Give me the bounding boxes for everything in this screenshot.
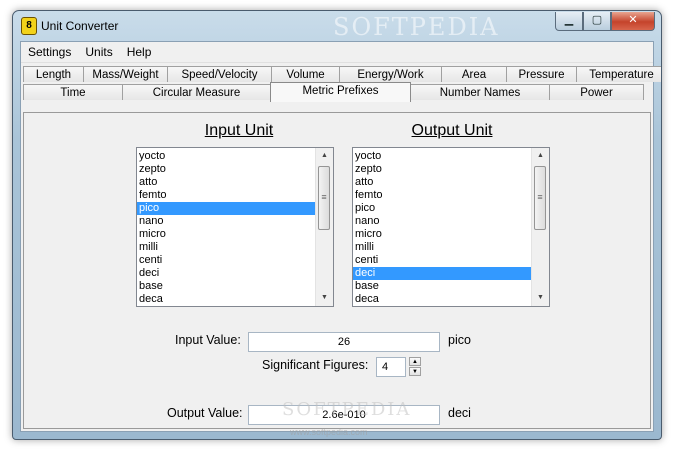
input-list-scrollbar[interactable]: ▲ ≡ ▼ [315,148,333,306]
input-unit-list[interactable]: yocto zepto atto femto pico nano micro milli cen… [136,147,334,307]
output-list-scrollbar[interactable]: ▲ ≡ ▼ [531,148,549,306]
scroll-down-arrow-icon[interactable]: ▼ [532,290,549,306]
menu-bar: Settings Units Help [21,42,653,63]
tab-time[interactable]: Time [23,84,123,100]
tab-length[interactable]: Length [23,66,84,82]
list-item[interactable]: zepto [353,163,533,176]
title-bar[interactable]: 8 Unit Converter SOFTPEDIA ▁ ▢ ✕ [13,11,661,41]
list-item[interactable]: pico [137,202,317,215]
list-item[interactable]: centi [137,254,317,267]
list-item[interactable]: deca [353,293,533,306]
scroll-thumb[interactable]: ≡ [318,166,330,230]
list-item[interactable]: deca [137,293,317,306]
metric-prefixes-panel: Input Unit Output Unit yocto zepto atto fem… [23,112,651,437]
input-value-field[interactable]: 26 [248,332,440,352]
list-item[interactable]: atto [137,176,317,189]
menu-units[interactable]: Units [78,42,119,62]
output-value-label: Output Value: [167,406,243,420]
watermark-url: www.softpedia.com [290,427,368,437]
tab-power[interactable]: Power [549,84,644,100]
stepper-down-icon[interactable]: ▼ [409,367,421,376]
close-button[interactable]: ✕ [611,12,655,31]
window-title: Unit Converter [41,19,119,33]
list-item[interactable]: deci [353,267,533,280]
input-value-label: Input Value: [175,333,241,347]
tab-speed-velocity[interactable]: Speed/Velocity [167,66,272,82]
watermark-text: SOFTPEDIA [282,399,412,420]
list-item[interactable]: nano [353,215,533,228]
list-item[interactable]: atto [353,176,533,189]
input-unit-heading: Input Unit [204,122,274,139]
scroll-down-arrow-icon[interactable]: ▼ [316,290,333,306]
scroll-up-arrow-icon[interactable]: ▲ [316,148,333,164]
output-unit-heading: Output Unit [411,122,493,139]
list-item[interactable]: pico [353,202,533,215]
scroll-thumb[interactable]: ≡ [534,166,546,230]
caption-buttons: ▁ ▢ ✕ [555,12,655,32]
list-item[interactable]: milli [137,241,317,254]
tab-row-1: Length Mass/Weight Speed/Velocity Volume… [23,66,661,83]
tab-temperature[interactable]: Temperature [576,66,661,82]
significant-figures-field[interactable]: 4 [376,357,406,377]
tab-circular-measure[interactable]: Circular Measure [122,84,271,100]
significant-figures-stepper[interactable]: ▲ ▼ [409,357,421,377]
converter-app-icon: 8 [21,17,37,35]
minimize-button[interactable]: ▁ [555,12,583,31]
client-area: Settings Units Help Length Mass/Weight S… [20,41,661,437]
watermark-text: SOFTPEDIA [333,13,500,41]
tab-energy-work[interactable]: Energy/Work [339,66,442,82]
menu-help[interactable]: Help [120,42,159,62]
tab-row-2: Time Circular Measure Metric Prefixes Nu… [23,82,644,102]
input-value-unit: pico [448,333,471,347]
list-item[interactable]: centi [353,254,533,267]
list-item[interactable]: milli [353,241,533,254]
list-item[interactable]: femto [137,189,317,202]
significant-figures-label: Significant Figures: [262,358,369,372]
list-item[interactable]: base [353,280,533,293]
list-item[interactable]: micro [353,228,533,241]
maximize-button[interactable]: ▢ [583,12,611,31]
list-item[interactable]: yocto [137,150,317,163]
tab-mass-weight[interactable]: Mass/Weight [83,66,168,82]
app-window: 8 Unit Converter SOFTPEDIA ▁ ▢ ✕ Setting… [12,10,662,440]
stepper-up-icon[interactable]: ▲ [409,357,421,366]
menu-settings[interactable]: Settings [21,42,78,62]
tab-number-names[interactable]: Number Names [410,84,550,100]
list-item[interactable]: yocto [353,150,533,163]
list-item[interactable]: deci [137,267,317,280]
tab-area[interactable]: Area [441,66,507,82]
output-unit-list[interactable]: yocto zepto atto femto pico nano micro milli cen… [352,147,550,307]
tab-metric-prefixes[interactable]: Metric Prefixes [270,82,411,102]
list-item[interactable]: femto [353,189,533,202]
list-item[interactable]: zepto [137,163,317,176]
list-item[interactable]: base [137,280,317,293]
output-value-unit: deci [448,406,471,420]
list-item[interactable]: micro [137,228,317,241]
tab-volume[interactable]: Volume [271,66,340,82]
list-item[interactable]: nano [137,215,317,228]
tab-pressure[interactable]: Pressure [506,66,577,82]
scroll-up-arrow-icon[interactable]: ▲ [532,148,549,164]
